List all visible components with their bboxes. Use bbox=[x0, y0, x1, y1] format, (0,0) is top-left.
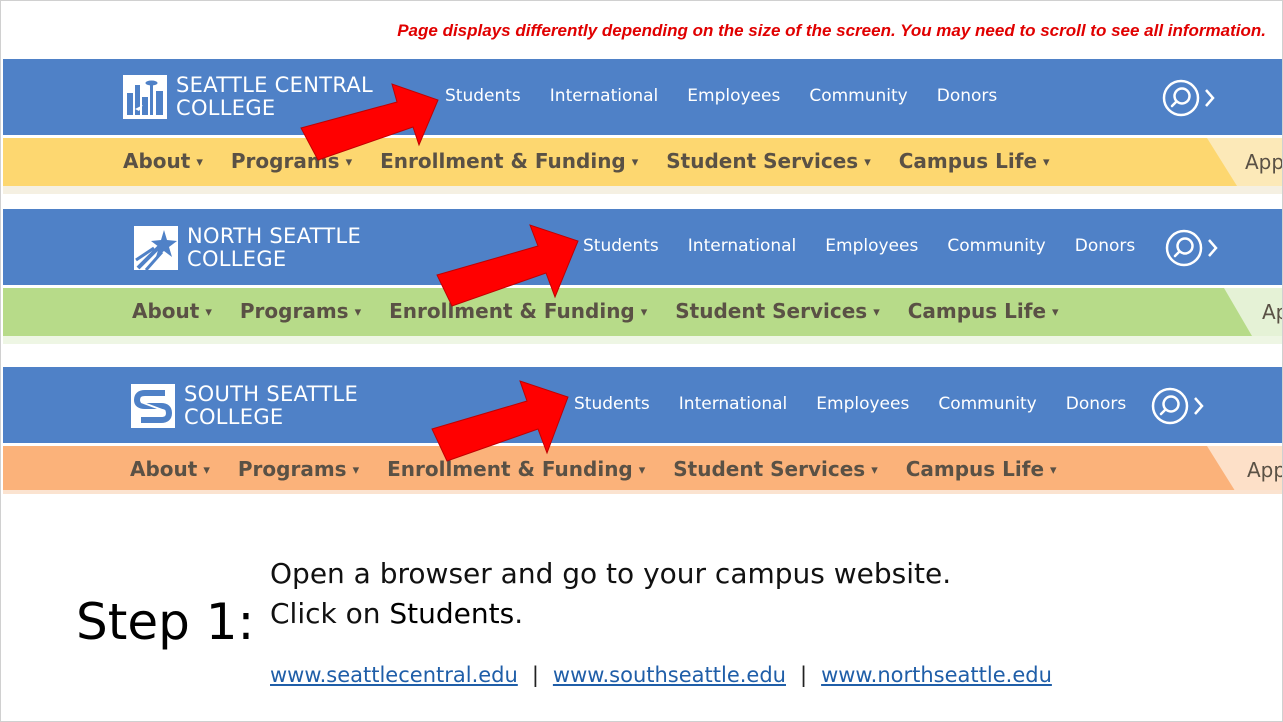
sub-nav: About ▾ Programs ▾ Enrollment & Funding ▾ S… bbox=[132, 299, 1059, 323]
link-northseattle[interactable]: www.northseattle.edu bbox=[821, 663, 1052, 687]
menu-campus-life[interactable]: Campus Life ▾ bbox=[899, 149, 1050, 173]
nav-donors[interactable]: Donors bbox=[937, 86, 998, 106]
menu-campus-life[interactable]: Campus Life ▾ bbox=[906, 457, 1057, 481]
logo[interactable]: SEATTLE CENTRAL COLLEGE bbox=[123, 74, 373, 120]
subbar-shadow bbox=[3, 490, 1282, 494]
logo[interactable]: SOUTH SEATTLE COLLEGE bbox=[131, 383, 358, 429]
sub-nav: About ▾ Programs ▾ Enrollment & Funding ▾ S… bbox=[130, 457, 1057, 481]
menu-about[interactable]: About ▾ bbox=[130, 457, 210, 481]
instruction-line-1: Open a browser and go to your campus web… bbox=[270, 557, 952, 590]
apply-label: App bbox=[1247, 458, 1282, 482]
south-seattle-header: SOUTH SEATTLE COLLEGE Students Internati… bbox=[3, 367, 1282, 494]
slide: Page displays differently depending on t… bbox=[0, 0, 1283, 722]
north-seattle-header: NORTH SEATTLE COLLEGE Students Internati… bbox=[3, 209, 1282, 344]
subbar-shadow bbox=[3, 336, 1282, 344]
nav-community[interactable]: Community bbox=[947, 236, 1045, 256]
menu-programs[interactable]: Programs ▾ bbox=[238, 457, 359, 481]
nav-students[interactable]: Students bbox=[583, 236, 659, 256]
nav-community[interactable]: Community bbox=[938, 394, 1036, 414]
notice-text: Page displays differently depending on t… bbox=[397, 21, 1266, 40]
skyline-logo-icon bbox=[123, 75, 167, 119]
apply-label: Ap bbox=[1262, 300, 1282, 324]
logo-text: SOUTH SEATTLE COLLEGE bbox=[184, 382, 359, 429]
apply-tab[interactable]: App bbox=[1207, 446, 1282, 494]
link-seattlecentral[interactable]: www.seattlecentral.edu bbox=[270, 663, 518, 687]
instruction-line-2: Click on Students. bbox=[270, 597, 524, 630]
menu-student-services[interactable]: Student Services ▾ bbox=[666, 149, 870, 173]
nav-students[interactable]: Students bbox=[574, 394, 650, 414]
menu-enrollment-funding[interactable]: Enrollment & Funding ▾ bbox=[389, 299, 647, 323]
seattle-central-header: SEATTLE CENTRAL COLLEGE Students Interna… bbox=[3, 59, 1282, 194]
students-emphasis: Students bbox=[389, 597, 515, 630]
nav-donors[interactable]: Donors bbox=[1075, 236, 1136, 256]
apply-label: Appl bbox=[1245, 150, 1282, 174]
menu-about[interactable]: About ▾ bbox=[123, 149, 203, 173]
menu-programs[interactable]: Programs ▾ bbox=[231, 149, 352, 173]
logo[interactable]: NORTH SEATTLE COLLEGE bbox=[134, 225, 361, 271]
sub-nav: About ▾ Programs ▾ Enrollment & Funding ▾ S… bbox=[123, 149, 1050, 173]
nav-employees[interactable]: Employees bbox=[816, 394, 909, 414]
menu-enrollment-funding[interactable]: Enrollment & Funding ▾ bbox=[387, 457, 645, 481]
s-logo-icon bbox=[131, 384, 175, 428]
apply-tab[interactable]: Ap bbox=[1224, 288, 1282, 336]
logo-text: NORTH SEATTLE COLLEGE bbox=[187, 224, 362, 271]
menu-student-services[interactable]: Student Services ▾ bbox=[673, 457, 877, 481]
search-icon[interactable] bbox=[1150, 386, 1206, 426]
menu-about[interactable]: About ▾ bbox=[132, 299, 212, 323]
menu-student-services[interactable]: Student Services ▾ bbox=[675, 299, 879, 323]
top-nav: Students International Employees Communi… bbox=[574, 394, 1126, 414]
star-logo-icon bbox=[134, 226, 178, 270]
link-separator: | bbox=[800, 663, 808, 687]
campus-links: www.seattlecentral.edu | www.southseattle.… bbox=[270, 663, 1052, 687]
apply-tab[interactable]: Appl bbox=[1207, 138, 1282, 186]
subbar-shadow bbox=[3, 186, 1282, 194]
nav-employees[interactable]: Employees bbox=[825, 236, 918, 256]
menu-enrollment-funding[interactable]: Enrollment & Funding ▾ bbox=[380, 149, 638, 173]
menu-campus-life[interactable]: Campus Life ▾ bbox=[908, 299, 1059, 323]
nav-community[interactable]: Community bbox=[809, 86, 907, 106]
subbar: About ▾ Programs ▾ Enrollment & Funding ▾ S… bbox=[3, 138, 1282, 186]
nav-international[interactable]: International bbox=[679, 394, 788, 414]
search-icon[interactable] bbox=[1164, 228, 1220, 268]
nav-donors[interactable]: Donors bbox=[1066, 394, 1127, 414]
nav-international[interactable]: International bbox=[688, 236, 797, 256]
nav-international[interactable]: International bbox=[550, 86, 659, 106]
link-southseattle[interactable]: www.southseattle.edu bbox=[553, 663, 786, 687]
subbar: About ▾ Programs ▾ Enrollment & Funding ▾ S… bbox=[3, 446, 1282, 494]
subbar: About ▾ Programs ▾ Enrollment & Funding ▾ S… bbox=[3, 288, 1282, 336]
step-label: Step 1: bbox=[76, 593, 255, 651]
top-nav: Students International Employees Communi… bbox=[445, 86, 997, 106]
nav-employees[interactable]: Employees bbox=[687, 86, 780, 106]
link-separator: | bbox=[531, 663, 539, 687]
logo-text: SEATTLE CENTRAL COLLEGE bbox=[176, 73, 374, 120]
nav-students[interactable]: Students bbox=[445, 86, 521, 106]
top-nav: Students International Employees Communi… bbox=[583, 236, 1135, 256]
search-icon[interactable] bbox=[1161, 78, 1217, 118]
menu-programs[interactable]: Programs ▾ bbox=[240, 299, 361, 323]
